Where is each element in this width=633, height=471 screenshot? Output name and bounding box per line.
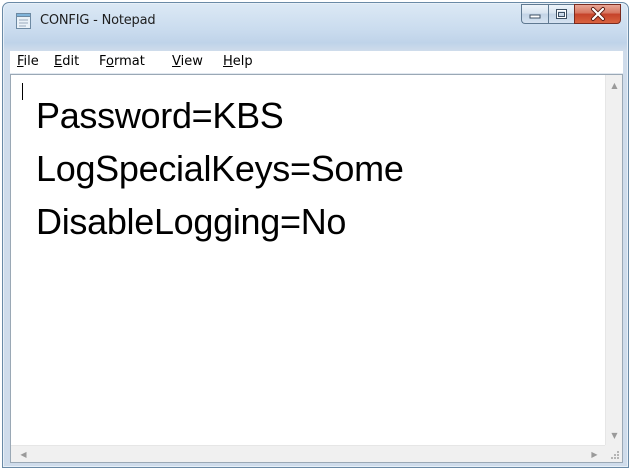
scroll-up-arrow-icon[interactable]: ▲ bbox=[606, 77, 623, 94]
resize-grip-icon[interactable] bbox=[605, 445, 622, 462]
text-editor[interactable]: Password=KBS LogSpecialKeys=Some Disable… bbox=[11, 75, 607, 446]
text-caret bbox=[22, 83, 23, 100]
editor-frame: Password=KBS LogSpecialKeys=Some Disable… bbox=[10, 74, 623, 463]
scroll-down-arrow-icon[interactable]: ▼ bbox=[606, 427, 623, 444]
scroll-left-arrow-icon[interactable]: ◀ bbox=[15, 446, 32, 463]
maximize-button[interactable] bbox=[548, 4, 574, 24]
minimize-icon bbox=[529, 14, 541, 19]
menu-format[interactable]: Format bbox=[99, 54, 145, 69]
menu-bar: File Edit Format View Help bbox=[10, 51, 623, 74]
close-button[interactable] bbox=[574, 4, 621, 24]
document-line: LogSpecialKeys=Some bbox=[36, 148, 404, 189]
scroll-right-arrow-icon[interactable]: ▶ bbox=[586, 446, 603, 463]
menu-view[interactable]: View bbox=[172, 54, 203, 69]
notepad-icon bbox=[16, 13, 31, 29]
vertical-scrollbar[interactable]: ▲ ▼ bbox=[605, 75, 622, 446]
title-bar[interactable]: CONFIG - Notepad bbox=[3, 3, 628, 37]
caption-buttons bbox=[521, 4, 621, 24]
maximize-icon bbox=[556, 9, 567, 19]
notepad-window: CONFIG - Notepad File Edit Format View H… bbox=[2, 2, 629, 468]
window-title: CONFIG - Notepad bbox=[40, 13, 156, 28]
document-line: DisableLogging=No bbox=[36, 201, 347, 242]
menu-file[interactable]: File bbox=[17, 54, 39, 69]
horizontal-scrollbar[interactable]: ◀ ▶ bbox=[11, 445, 607, 462]
close-icon bbox=[591, 7, 605, 21]
minimize-button[interactable] bbox=[521, 4, 548, 24]
menu-edit[interactable]: Edit bbox=[54, 54, 79, 69]
resize-grip-icon bbox=[611, 451, 619, 459]
menu-help[interactable]: Help bbox=[223, 54, 253, 69]
document-line: Password=KBS bbox=[36, 95, 284, 136]
